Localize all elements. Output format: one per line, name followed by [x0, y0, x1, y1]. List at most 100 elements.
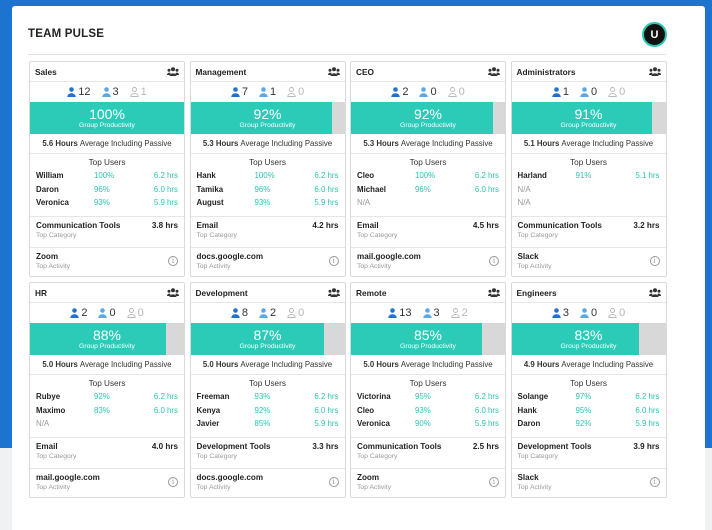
team-card-engineers[interactable]: Engineers 3 0 0 83% Group Productivity 4… [510, 282, 667, 498]
hours-label: Average Including Passive [400, 139, 493, 148]
info-icon[interactable]: i [489, 256, 499, 266]
idle-users-count[interactable]: 1 [259, 86, 276, 98]
active-users-count[interactable]: 1 [552, 86, 569, 98]
card-header: Administrators [511, 62, 666, 82]
info-icon[interactable]: i [168, 256, 178, 266]
top-user-row[interactable]: N/A [518, 183, 660, 197]
idle-users-count[interactable]: 0 [98, 307, 116, 319]
info-icon[interactable]: i [649, 256, 660, 266]
card-header: Remote [351, 283, 505, 303]
active-users-count[interactable]: 8 [231, 307, 248, 319]
passive-users-count[interactable]: 0 [608, 307, 625, 319]
idle-users-count[interactable]: 0 [419, 86, 437, 98]
active-user-icon [231, 308, 240, 318]
top-user-row[interactable]: Cleo 100% 6.2 hrs [357, 169, 499, 183]
top-user-productivity: 92% [575, 419, 592, 429]
top-user-row[interactable]: William 100% 6.2 hrs [36, 169, 178, 183]
top-category-hours: 3.9 hrs [633, 442, 660, 451]
top-user-row[interactable]: N/A [357, 196, 499, 210]
top-user-row[interactable]: Michael 96% 6.0 hrs [357, 183, 499, 197]
team-name: Administrators [516, 66, 576, 77]
top-users-title: Top Users [88, 158, 126, 167]
top-user-row[interactable]: Daron 96% 6.0 hrs [36, 183, 178, 197]
info-icon[interactable]: i [168, 477, 178, 487]
passive-users-count[interactable]: 2 [450, 307, 468, 319]
top-user-row[interactable]: Daron 92% 5.9 hrs [518, 417, 660, 431]
idle-users-count[interactable]: 3 [101, 86, 119, 98]
passive-users-count[interactable]: 0 [447, 86, 465, 98]
card-header: HR [30, 283, 184, 303]
top-user-row[interactable]: Maximo 83% 6.0 hrs [36, 404, 178, 418]
passive-users-count[interactable]: 0 [126, 307, 144, 319]
info-icon[interactable]: i [328, 477, 339, 487]
top-activity-label: Top Activity [357, 263, 391, 270]
idle-users-count[interactable]: 3 [422, 307, 440, 319]
idle-count-value: 0 [590, 86, 598, 98]
active-users-count[interactable]: 7 [231, 86, 248, 98]
top-category-label: Top Category [357, 232, 398, 239]
team-card-development[interactable]: Development 8 2 0 87% Group Productivity… [189, 282, 346, 498]
top-user-row[interactable]: Solange 97% 6.2 hrs [518, 390, 660, 404]
top-user-hours: 6.2 hrs [474, 171, 499, 181]
hours-label: Average Including Passive [400, 360, 493, 369]
top-activity-label: Top Activity [196, 484, 231, 491]
hours-label: Average Including Passive [79, 139, 172, 148]
idle-count-value: 1 [269, 86, 277, 98]
top-user-row[interactable]: Veronica 90% 5.9 hrs [357, 417, 499, 431]
team-icon[interactable] [327, 67, 340, 76]
active-users-count[interactable]: 12 [67, 86, 91, 98]
top-user-row[interactable]: Cleo 93% 6.0 hrs [357, 404, 499, 418]
top-users-section: Top Users Solange 97% 6.2 hrs Hank 95% 6.0 hr… [511, 375, 666, 438]
team-card-ceo[interactable]: CEO 2 0 0 92% Group Productivity 5.3 Hou… [350, 61, 506, 277]
top-user-row[interactable]: Kenya 92% 6.0 hrs [197, 404, 339, 418]
idle-users-count[interactable]: 2 [259, 307, 276, 319]
idle-users-count[interactable]: 0 [580, 307, 597, 319]
top-user-row[interactable]: Rubye 92% 6.2 hrs [36, 390, 178, 404]
team-card-administrators[interactable]: Administrators 1 0 0 91% Group Productiv… [510, 61, 667, 277]
team-icon[interactable] [488, 67, 500, 76]
info-icon[interactable]: i [489, 477, 499, 487]
top-user-row[interactable]: Tamika 96% 6.0 hrs [197, 183, 339, 197]
active-users-count[interactable]: 2 [391, 86, 408, 98]
team-icon[interactable] [167, 67, 179, 76]
passive-users-count[interactable]: 0 [608, 86, 625, 98]
info-icon[interactable]: i [328, 256, 339, 266]
top-category-section: Communication Tools 2.5 hrs Top Category [351, 438, 505, 469]
team-card-hr[interactable]: HR 2 0 0 88% Group Productivity 5.0 Hour… [29, 282, 185, 498]
top-user-row[interactable]: Veronica 93% 5.9 hrs [36, 196, 178, 210]
top-user-hours: 5.9 hrs [153, 198, 178, 208]
team-icon[interactable] [167, 288, 179, 297]
top-user-row[interactable]: Victorina 95% 6.2 hrs [357, 390, 499, 404]
active-users-count[interactable]: 3 [552, 307, 569, 319]
active-users-count[interactable]: 13 [388, 307, 412, 319]
top-user-row[interactable]: Hank 95% 6.0 hrs [518, 404, 660, 418]
team-icon[interactable] [327, 288, 340, 297]
hours-value: 5.3 Hours [363, 139, 399, 148]
active-user-icon [391, 87, 401, 97]
top-category-section: Development Tools 3.3 hrs Top Category [190, 438, 345, 469]
average-hours: 5.0 Hours Average Including Passive [351, 355, 505, 375]
idle-users-count[interactable]: 0 [580, 86, 597, 98]
team-icon[interactable] [648, 288, 661, 297]
team-icon[interactable] [648, 67, 661, 76]
passive-users-count[interactable]: 1 [129, 86, 147, 98]
team-card-management[interactable]: Management 7 1 0 92% Group Productivity … [189, 61, 346, 277]
active-count-value: 1 [562, 86, 569, 98]
top-user-name: Victorina [357, 392, 391, 402]
passive-users-count[interactable]: 0 [287, 86, 304, 98]
user-avatar[interactable]: U [642, 22, 667, 47]
team-card-sales[interactable]: Sales 12 3 1 100% Group Productivity 5.6… [29, 61, 185, 277]
top-user-row[interactable]: Javier 85% 5.9 hrs [197, 417, 339, 431]
passive-users-count[interactable]: 0 [287, 307, 304, 319]
top-user-row[interactable]: Harland 91% 5.1 hrs [518, 169, 660, 183]
info-icon[interactable]: i [649, 477, 660, 487]
top-user-row[interactable]: Hank 100% 6.2 hrs [197, 169, 339, 183]
top-user-row[interactable]: N/A [36, 417, 178, 431]
top-user-row[interactable]: August 93% 5.9 hrs [197, 196, 339, 210]
active-users-count[interactable]: 2 [70, 307, 87, 319]
team-icon[interactable] [488, 288, 500, 297]
top-user-row[interactable]: Freeman 93% 6.2 hrs [197, 390, 339, 404]
team-card-remote[interactable]: Remote 13 3 2 85% Group Productivity 5.0… [350, 282, 506, 498]
top-activity-label: Top Activity [517, 484, 552, 491]
top-user-row[interactable]: N/A [518, 196, 660, 210]
